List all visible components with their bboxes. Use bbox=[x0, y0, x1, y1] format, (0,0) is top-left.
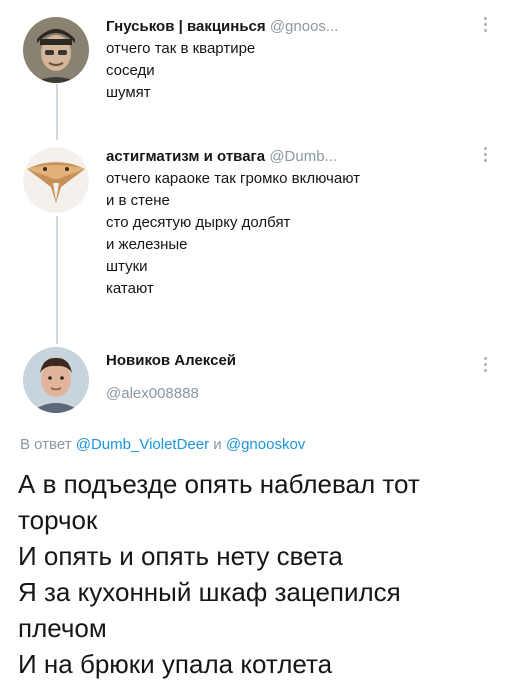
main-tweet-more-icon[interactable] bbox=[484, 357, 488, 372]
tweet-1-text: отчего так в квартире соседи шумят bbox=[106, 38, 480, 104]
main-tweet-line: И опять и опять нету света bbox=[18, 541, 343, 571]
thread-line-2 bbox=[56, 216, 58, 344]
reply-user-link[interactable]: @gnooskov bbox=[226, 436, 305, 453]
reply-and: и bbox=[213, 436, 222, 453]
tweet-1-header: Гнуськов | вакцинься @gnoos... bbox=[106, 17, 480, 36]
tweet-2-author-handle[interactable]: @Dumb... bbox=[269, 148, 337, 165]
main-tweet-line: А в подъезде опять наблевал тот bbox=[18, 469, 420, 499]
thread-line-1 bbox=[56, 84, 58, 140]
tweet-2-more-icon[interactable] bbox=[484, 147, 488, 162]
reply-to-line: В ответ @Dumb_VioletDeer и @gnooskov bbox=[20, 436, 305, 453]
tweet-2-author-name[interactable]: астигматизм и отвага bbox=[106, 148, 265, 165]
tweet-1-line: соседи bbox=[106, 62, 155, 79]
avatar-novikov-image bbox=[23, 347, 89, 413]
tweet-2[interactable]: астигматизм и отвага @Dumb... отчего кар… bbox=[106, 147, 480, 300]
tweet-2-header: астигматизм и отвага @Dumb... bbox=[106, 147, 480, 166]
main-tweet-text: А в подъезде опять наблевал тот торчок И… bbox=[18, 466, 496, 682]
tweet-2-text: отчего караоке так громко включают и в с… bbox=[106, 168, 480, 300]
avatar-gnuskov[interactable] bbox=[23, 17, 89, 83]
tweet-1-line: отчего так в квартире bbox=[106, 40, 256, 57]
main-tweet-line: торчок bbox=[18, 505, 98, 535]
main-tweet-line: Я за кухонный шкаф зацепился bbox=[18, 577, 401, 607]
avatar-astigmatism-image bbox=[23, 147, 89, 213]
tweet-2-line: отчего караоке так громко включают bbox=[106, 170, 360, 187]
tweet-2-line: штуки bbox=[106, 258, 148, 275]
avatar-astigmatism[interactable] bbox=[23, 147, 89, 213]
main-tweet-line: плечом bbox=[18, 613, 107, 643]
avatar-gnuskov-image bbox=[23, 17, 89, 83]
main-tweet-author-handle[interactable]: @alex008888 bbox=[106, 385, 199, 402]
tweet-1-author-name[interactable]: Гнуськов | вакцинься bbox=[106, 18, 266, 35]
avatar-novikov[interactable] bbox=[23, 347, 89, 413]
main-tweet-line: И на брюки упала котлета bbox=[18, 649, 333, 679]
reply-user-link[interactable]: @Dumb_VioletDeer bbox=[76, 436, 209, 453]
tweet-1-line: шумят bbox=[106, 84, 151, 101]
tweet-1[interactable]: Гнуськов | вакцинься @gnoos... отчего та… bbox=[106, 17, 480, 104]
tweet-2-line: и железные bbox=[106, 236, 188, 253]
tweet-2-line: сто десятую дырку долбят bbox=[106, 214, 291, 231]
tweet-1-author-handle[interactable]: @gnoos... bbox=[270, 18, 339, 35]
tweet-2-line: и в стене bbox=[106, 192, 170, 209]
main-tweet-author-name[interactable]: Новиков Алексей bbox=[106, 352, 236, 369]
tweet-2-line: катают bbox=[106, 280, 154, 297]
reply-prefix: В ответ bbox=[20, 436, 72, 453]
tweet-1-more-icon[interactable] bbox=[484, 17, 488, 32]
